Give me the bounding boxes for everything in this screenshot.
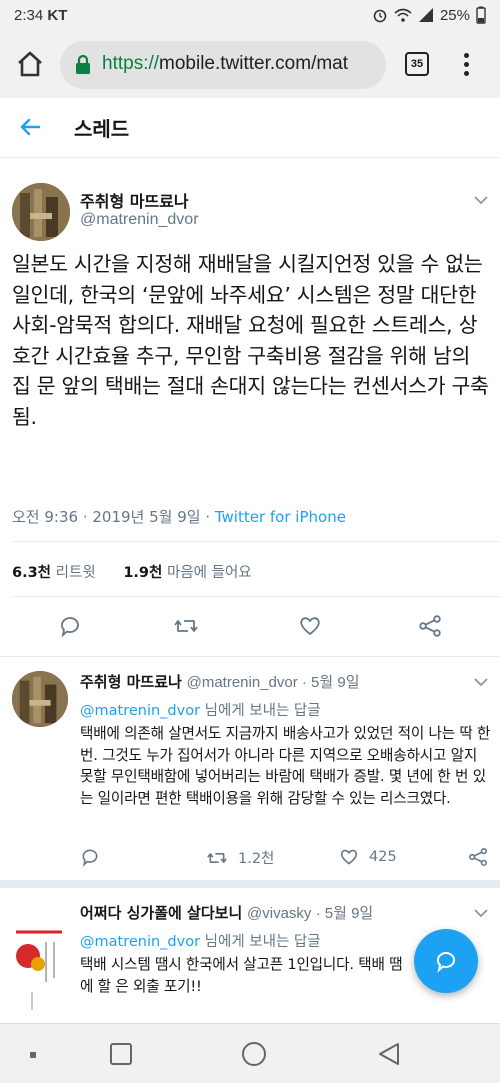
divider [12,596,500,597]
share-button[interactable] [468,847,488,867]
author-name[interactable]: 주취형 마뜨료나 [80,188,189,212]
replying-to: @matrenin_dvor 님에게 보내는 답글 [80,703,321,719]
status-time: 2:34 KT [14,7,68,24]
like-button[interactable]: 425 [339,847,397,867]
avatar[interactable] [12,183,70,241]
like-count: 425 [369,849,397,865]
compose-button[interactable] [414,929,478,993]
home-icon [18,51,42,77]
reply-header: 어쩌다 싱가폴에 살다보니 @vivasky · 5월 9일 [80,902,373,923]
share-icon [419,615,441,637]
heart-icon [300,617,320,636]
heart-icon [340,849,358,865]
tweet-stats: 6.3천 리트윗 1.9천 마음에 들어요 [12,561,252,582]
chevron-down-icon[interactable] [474,195,488,205]
retweet-button[interactable] [173,614,199,642]
replying-to: @matrenin_dvor 님에게 보내는 답글 [80,934,321,950]
reply-button[interactable] [58,614,82,642]
divider [12,541,500,542]
reply-header: 주취형 마뜨료나 @matrenin_dvor · 5월 9일 [80,671,360,692]
browser-toolbar: https://mobile.twitter.com/mat 35 [0,32,500,98]
back-nav-button[interactable] [376,1041,402,1071]
tab-switcher-button[interactable]: 35 [405,52,429,76]
menu-icon[interactable] [458,50,474,80]
avatar[interactable] [12,912,72,1012]
lock-icon [76,54,90,74]
wifi-icon [394,8,412,22]
retweets-stat[interactable]: 6.3천 리트윗 [12,565,96,581]
chevron-down-icon[interactable] [474,908,488,918]
tweet-timestamp: 오전 9:36 · 2019년 5월 9일 · Twitter for iPho… [12,508,346,526]
mention-link[interactable]: @matrenin_dvor [80,934,200,950]
status-bar: 2:34 KT 25% [0,0,500,32]
page-title: 스레드 [74,117,130,141]
nav-dot-icon[interactable] [30,1052,36,1058]
reply-button[interactable] [80,847,100,867]
author-handle[interactable]: @matrenin_dvor [80,211,199,229]
url-field[interactable]: https://mobile.twitter.com/mat [60,41,386,89]
home-nav-button[interactable] [242,1042,266,1066]
battery-icon [476,6,486,24]
likes-stat[interactable]: 1.9천 마음에 들어요 [123,565,251,581]
back-triangle-icon [379,1043,399,1065]
avatar[interactable] [12,671,68,727]
author-name[interactable]: 어쩌다 싱가폴에 살다보니 [80,904,242,922]
back-arrow-icon [20,118,41,136]
like-button[interactable] [298,614,322,642]
app-bar: 스레드 [0,98,500,158]
author-handle[interactable]: @matrenin_dvor · 5월 9일 [187,674,360,691]
chevron-down-icon[interactable] [474,677,488,687]
retweet-icon [174,620,198,632]
tweet-body: 일본도 시간을 지정해 재배달을 시킬지언정 있을 수 없는 일인데, 한국의 … [12,252,489,429]
reply-actions: 1.2천 425 [80,847,500,873]
status-icons: 25% [372,6,486,24]
reply-text: 택배 시스템 땜시 한국에서 살고픈 1인입니다. 택배 땜에 할 은 외출 포… [80,956,403,995]
alarm-icon [373,9,387,23]
recent-apps-button[interactable] [110,1043,132,1065]
url-text: https://mobile.twitter.com/mat [102,53,349,74]
reply-text: 택배에 의존해 살면서도 지금까지 배송사고가 있었던 적이 나는 딱 한 번.… [80,725,491,807]
share-button[interactable] [418,614,442,642]
reply-icon [61,617,79,638]
section-divider [0,880,500,888]
author-name[interactable]: 주취형 마뜨료나 [80,673,182,691]
home-button[interactable] [14,48,46,80]
back-button[interactable] [18,115,42,143]
tweet-actions [0,614,500,644]
reply-icon [82,849,98,867]
signal-icon [418,8,433,22]
battery-percent: 25% [439,6,470,24]
retweet-count: 1.2천 [238,851,275,867]
retweet-icon [207,852,227,863]
retweet-button[interactable]: 1.2천 [206,847,274,868]
author-handle[interactable]: @vivasky · 5월 9일 [247,905,373,922]
system-nav-bar [0,1023,500,1083]
mention-link[interactable]: @matrenin_dvor [80,703,200,719]
share-icon [469,848,487,866]
tweet-source-link[interactable]: Twitter for iPhone [215,508,346,526]
compose-icon [437,952,455,973]
reply-tweet[interactable]: 주취형 마뜨료나 @matrenin_dvor · 5월 9일 @matreni… [0,657,500,880]
